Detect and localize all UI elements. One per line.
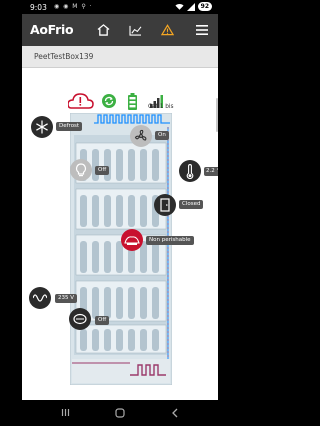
door-label: Closed bbox=[179, 200, 204, 209]
menu-button[interactable] bbox=[192, 20, 212, 40]
app-logo: AoFrio bbox=[30, 22, 74, 37]
door-sensor[interactable] bbox=[154, 194, 176, 216]
status-bar: 9:03 ◉ ◉ M ⚲ · 92 bbox=[0, 0, 240, 14]
app-header: AoFrio bbox=[22, 14, 218, 46]
home-icon bbox=[97, 24, 109, 36]
status-right: 92 bbox=[175, 2, 212, 11]
cell-signal-icon bbox=[186, 2, 195, 11]
scrollbar[interactable] bbox=[216, 98, 218, 132]
snowflake-icon bbox=[36, 120, 48, 134]
chart-button[interactable] bbox=[125, 20, 145, 40]
fridge-illustration bbox=[70, 113, 172, 385]
product-label: Non perishable bbox=[146, 236, 194, 245]
home-nav-icon[interactable] bbox=[115, 408, 125, 418]
battery-icon bbox=[128, 93, 137, 110]
device-bar: PeetTestBox139 bbox=[22, 46, 218, 68]
product-icon bbox=[124, 236, 140, 245]
chart-icon bbox=[128, 25, 141, 36]
device-overview: Cat 1 bis Defrost On Off 2.2 Closed Non … bbox=[22, 68, 218, 400]
compressor-sensor[interactable] bbox=[69, 308, 91, 330]
light-sensor[interactable] bbox=[70, 159, 92, 181]
bulb-icon bbox=[75, 163, 87, 177]
compressor-icon bbox=[73, 313, 87, 325]
fan-icon bbox=[134, 129, 147, 141]
temperature-sensor[interactable] bbox=[179, 160, 201, 182]
status-notification-icons: ◉ ◉ M ⚲ · bbox=[54, 3, 93, 10]
product-type-sensor[interactable] bbox=[121, 229, 143, 251]
system-nav-bar bbox=[0, 400, 240, 426]
defrost-sensor[interactable] bbox=[31, 116, 53, 138]
recents-icon[interactable] bbox=[61, 408, 70, 417]
battery-level: 92 bbox=[197, 2, 212, 11]
device-name[interactable]: PeetTestBox139 bbox=[34, 52, 93, 61]
cloud-alert-icon bbox=[68, 93, 94, 109]
sine-wave-icon bbox=[33, 294, 47, 302]
wifi-icon bbox=[175, 3, 184, 10]
home-button[interactable] bbox=[93, 20, 113, 40]
phone-screen: 9:03 ◉ ◉ M ⚲ · 92 AoFrio PeetTestBox139 bbox=[0, 0, 240, 426]
fan-label: On bbox=[155, 131, 169, 140]
warning-icon bbox=[160, 24, 174, 36]
back-icon[interactable] bbox=[171, 408, 179, 418]
light-label: Off bbox=[95, 166, 110, 175]
defrost-label: Defrost bbox=[56, 122, 83, 131]
alerts-button[interactable] bbox=[157, 20, 177, 40]
compressor-label: Off bbox=[95, 316, 110, 325]
fan-sensor[interactable] bbox=[130, 125, 152, 147]
status-time: 9:03 bbox=[30, 3, 47, 12]
voltage-label: 235 V bbox=[55, 294, 78, 303]
thermometer-icon bbox=[186, 163, 194, 179]
temperature-label: 2.2 °C bbox=[204, 167, 218, 176]
menu-icon bbox=[196, 25, 208, 35]
category-label: Cat 1 bis bbox=[148, 104, 174, 110]
door-icon bbox=[160, 198, 170, 212]
voltage-sensor[interactable] bbox=[29, 287, 51, 309]
sync-icon bbox=[102, 94, 116, 108]
